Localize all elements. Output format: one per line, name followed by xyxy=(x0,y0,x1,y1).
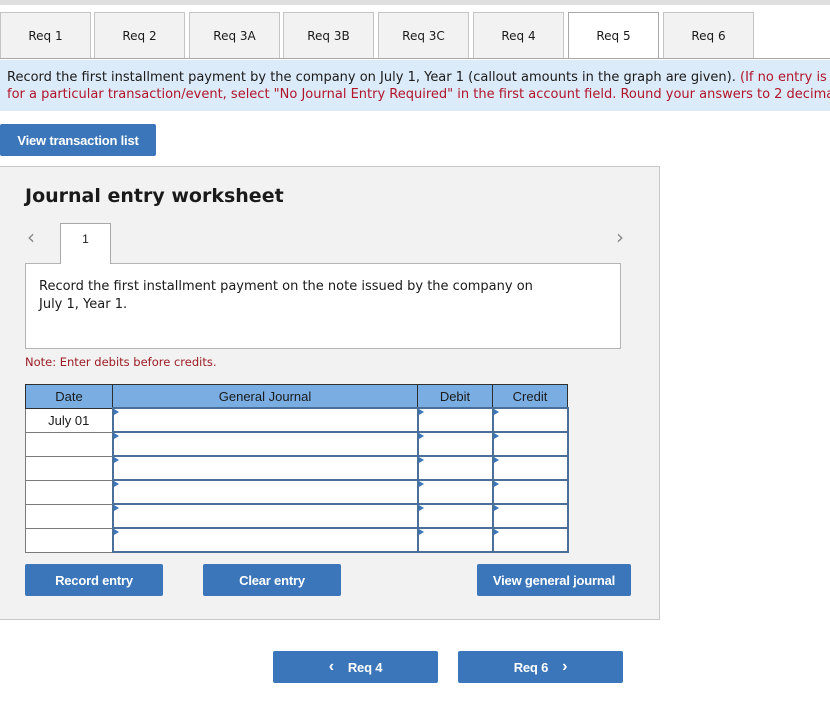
transaction-description: Record the first installment payment on … xyxy=(25,263,621,349)
table-row xyxy=(25,503,569,529)
debit-input[interactable] xyxy=(416,479,494,505)
next-req-button[interactable]: Req 6 › xyxy=(458,651,623,683)
journal-table: Date General Journal Debit Credit July 0… xyxy=(25,384,569,553)
prev-req-button[interactable]: ‹ Req 4 xyxy=(273,651,438,683)
tab-req-6[interactable]: Req 6 xyxy=(663,12,754,58)
instruction-note-line1: (If no entry is required xyxy=(740,70,830,85)
date-cell[interactable] xyxy=(25,455,113,481)
tabs-divider xyxy=(0,58,830,59)
view-general-journal-button[interactable]: View general journal xyxy=(477,564,631,596)
table-row: July 01 xyxy=(25,407,569,433)
header-debit: Debit xyxy=(417,384,493,409)
credit-input[interactable] xyxy=(491,503,569,529)
account-input[interactable] xyxy=(111,479,419,505)
table-row xyxy=(25,455,569,481)
table-row xyxy=(25,431,569,457)
instructions: Record the first installment payment by … xyxy=(0,60,830,111)
account-input[interactable] xyxy=(111,503,419,529)
debit-input[interactable] xyxy=(416,503,494,529)
debits-note: Note: Enter debits before credits. xyxy=(25,355,217,369)
account-input[interactable] xyxy=(111,431,419,457)
table-row xyxy=(25,527,569,553)
debit-input[interactable] xyxy=(416,407,494,433)
requirement-tabs: Req 1 Req 2 Req 3A Req 3B Req 3C Req 4 R… xyxy=(0,12,830,59)
clear-entry-button[interactable]: Clear entry xyxy=(203,564,341,596)
account-input[interactable] xyxy=(111,407,419,433)
tab-req-2[interactable]: Req 2 xyxy=(94,12,185,58)
credit-input[interactable] xyxy=(491,407,569,433)
record-entry-button[interactable]: Record entry xyxy=(25,564,163,596)
header-general-journal: General Journal xyxy=(112,384,418,409)
worksheet-title: Journal entry worksheet xyxy=(25,185,284,207)
tab-req-5[interactable]: Req 5 xyxy=(568,12,659,59)
entry-tab-1[interactable]: 1 xyxy=(60,223,111,264)
chevron-right-icon: › xyxy=(562,658,568,675)
description-text: Record the first installment payment on … xyxy=(39,279,533,312)
date-cell[interactable] xyxy=(25,503,113,529)
credit-input[interactable] xyxy=(491,431,569,457)
debit-input[interactable] xyxy=(416,455,494,481)
chevron-left-icon[interactable]: ‹ xyxy=(27,225,35,249)
view-transaction-list-button[interactable]: View transaction list xyxy=(0,124,156,156)
table-header: Date General Journal Debit Credit xyxy=(25,384,568,409)
credit-input[interactable] xyxy=(491,479,569,505)
header-date: Date xyxy=(25,384,113,409)
tab-req-3a[interactable]: Req 3A xyxy=(189,12,280,58)
chevron-right-icon[interactable]: › xyxy=(616,225,624,249)
chevron-left-icon: ‹ xyxy=(328,658,334,675)
instruction-note-line2: for a particular transaction/event, sele… xyxy=(7,87,830,102)
date-cell[interactable]: July 01 xyxy=(25,407,113,433)
account-input[interactable] xyxy=(111,527,419,553)
date-cell[interactable] xyxy=(25,527,113,553)
debit-input[interactable] xyxy=(416,431,494,457)
date-cell[interactable] xyxy=(25,431,113,457)
date-cell[interactable] xyxy=(25,479,113,505)
debit-input[interactable] xyxy=(416,527,494,553)
table-row xyxy=(25,479,569,505)
account-input[interactable] xyxy=(111,455,419,481)
tab-req-3c[interactable]: Req 3C xyxy=(378,12,469,58)
top-bar xyxy=(0,0,830,5)
prev-req-label: Req 4 xyxy=(347,659,383,675)
tab-req-3b[interactable]: Req 3B xyxy=(283,12,374,58)
tab-req-1[interactable]: Req 1 xyxy=(0,12,91,58)
header-credit: Credit xyxy=(492,384,568,409)
instruction-text: Record the first installment payment by … xyxy=(7,70,736,85)
credit-input[interactable] xyxy=(491,455,569,481)
next-req-label: Req 6 xyxy=(513,659,549,675)
credit-input[interactable] xyxy=(491,527,569,553)
tab-req-4[interactable]: Req 4 xyxy=(473,12,564,58)
